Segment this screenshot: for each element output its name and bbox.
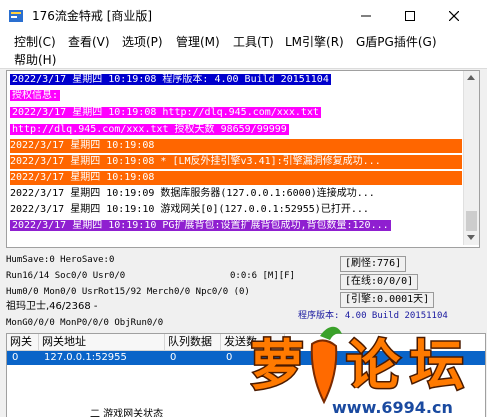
table-cell: 0 [12, 352, 19, 363]
menu-manage[interactable]: 管理(M) [176, 34, 220, 50]
forum-watermark-logo: 萝 论 坛 www.6994.cn [250, 326, 466, 417]
scroll-down-icon[interactable] [467, 235, 475, 240]
carrot-icon [310, 326, 342, 405]
log-line: 2022/3/17 星期四 10:19:09 数据库服务器(127.0.0.1:… [10, 188, 375, 199]
table-cell: 0 [170, 352, 177, 363]
status-monster: 祖玛卫士,46/2368 - [6, 301, 98, 312]
log-line: 2022/3/17 星期四 10:19:08 [10, 172, 155, 183]
menu-lm-engine[interactable]: LM引擎(R) [285, 34, 344, 50]
menu-view[interactable]: 查看(V) [68, 34, 110, 50]
menu-bar: 控制(C) 查看(V) 选项(P) 管理(M) 工具(T) LM引擎(R) G盾… [0, 32, 487, 69]
menu-help[interactable]: 帮助(H) [14, 52, 56, 68]
log-pane[interactable]: 2022/3/17 星期四 10:19:08 程序版本: 4.00 Build … [6, 70, 480, 248]
menu-options[interactable]: 选项(P) [122, 34, 163, 50]
menu-control[interactable]: 控制(C) [14, 34, 56, 50]
logo-char: 萝 [250, 334, 304, 397]
window-title: 176流金特戒 [商业版] [32, 9, 153, 23]
watermark-url: www.6994.cn [332, 398, 453, 417]
column-header[interactable]: 队列数据 [165, 334, 221, 351]
app-window: 176流金特戒 [商业版] 控制(C) 查看(V) 选项(P) 管理(M) 工具… [0, 0, 487, 417]
log-line: 2022/3/17 星期四 10:19:10 游戏网关[0](127.0.0.1… [10, 204, 369, 215]
log-line: 2022/3/17 星期四 10:19:08 http://dlq.945.co… [10, 107, 321, 118]
column-header[interactable]: 网关地址 [39, 334, 165, 351]
close-icon [449, 11, 459, 21]
log-line: 2022/3/17 星期四 10:19:08 程序版本: 4.00 Build … [10, 74, 331, 85]
menu-tools[interactable]: 工具(T) [233, 34, 274, 50]
log-line: http://dlq.945.com/xxx.txt 授权天数 98659/99… [10, 124, 289, 135]
status-save: HumSave:0 HeroSave:0 [6, 255, 115, 265]
maximize-button[interactable] [388, 0, 432, 32]
status-run: Run16/14 Soc0/0 Usr0/0 [6, 271, 126, 281]
app-icon [9, 10, 23, 22]
log-line: 2022/3/17 星期四 10:19:10 PG扩展背包:设置扩展背包成功,背… [10, 220, 391, 231]
status-counts: Hum0/0 Mon0/0 UsrRot15/92 Merch0/0 Npc0/… [6, 287, 250, 297]
maximize-icon [405, 11, 415, 21]
status-uptime: 0:0:6 [M][F] [230, 271, 296, 281]
gateway-status-label: 二 游戏网关状态 [90, 409, 164, 417]
table-cell: 127.0.0.1:52955 [44, 352, 127, 363]
menu-gdun-plugin[interactable]: G盾PG插件(G) [356, 34, 437, 50]
refresh-counter-box: [刷怪:776] [340, 256, 407, 272]
status-mon: MonG0/0/0 MonP0/0/0 ObjRun0/0 [6, 318, 164, 328]
engine-counter-box: [引擎:0.0001天] [340, 292, 435, 308]
online-counter-box: [在线:0/0/0] [340, 274, 419, 290]
minimize-button[interactable] [344, 0, 388, 32]
close-button[interactable] [432, 0, 476, 32]
column-header[interactable]: 网关 [7, 334, 39, 351]
scroll-up-icon[interactable] [467, 75, 475, 80]
log-scrollbar[interactable] [463, 71, 479, 245]
title-bar[interactable]: 176流金特戒 [商业版] [0, 0, 487, 32]
logo-char: 论 [346, 334, 401, 397]
log-line: 授权信息: [10, 90, 61, 101]
log-line: 2022/3/17 星期四 10:19:08 [10, 140, 155, 151]
log-line: 2022/3/17 星期四 10:19:08 * [LM反外挂引擎v3.41]:… [10, 156, 381, 167]
minimize-icon [361, 15, 371, 17]
table-cell: 0 [226, 352, 233, 363]
logo-char: 坛 [410, 334, 464, 397]
scroll-thumb[interactable] [466, 211, 477, 231]
